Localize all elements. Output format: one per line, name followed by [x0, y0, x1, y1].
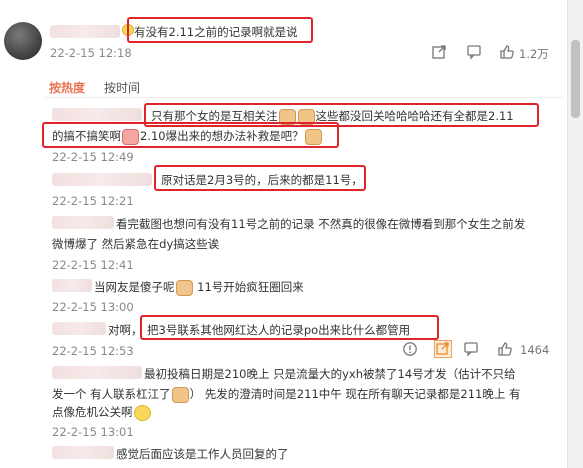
reply-1-text-c: 的搞不搞笑啊	[52, 129, 121, 143]
reply-4-text-a: 当网友是傻子呢	[94, 280, 175, 294]
reply-6-time: 22-2-15 13:01	[52, 425, 134, 439]
tab-by-hot[interactable]: 按热度	[49, 79, 85, 96]
like-icon[interactable]	[499, 44, 515, 60]
username-blurred[interactable]	[50, 25, 120, 38]
reply-4-text: 当网友是傻子呢 11号开始疯狂圈回来	[94, 279, 304, 296]
tab-by-time[interactable]: 按时间	[104, 79, 140, 96]
reply-6-line2: 发一个 有人联系杠江了 ） 先发的澄清时间是211中午 现在所有聊天记录都是211…	[52, 386, 521, 403]
reply-1-time: 22-2-15 12:49	[52, 150, 134, 164]
reply-5-username-blurred[interactable]	[52, 322, 106, 335]
divider	[44, 97, 564, 98]
avatar[interactable]	[4, 22, 42, 60]
top-comment-text: 有没有2.11之前的记录啊就是说	[134, 25, 298, 39]
scrollbar-thumb[interactable]	[571, 40, 580, 118]
reply-6-line1: 最初投稿日期是210晚上 只是流量大的yxh被禁了14号才发（估计不只给	[144, 367, 516, 381]
reply-5-prefix: 对啊，	[108, 323, 143, 337]
reply-1-text-b: 这些都没回关哈哈哈哈还有全都是2.11	[315, 109, 514, 123]
warning-icon[interactable]	[402, 341, 418, 357]
share-icon[interactable]	[434, 340, 452, 358]
reply-3-username-blurred[interactable]	[52, 216, 114, 229]
reply-4-username-blurred[interactable]	[52, 279, 92, 292]
reply-5-time: 22-2-15 12:53	[52, 344, 134, 358]
reply-7-text: 感觉后面应该是工作人员回复的了	[116, 447, 289, 461]
top-like-count: 1.2万	[519, 47, 549, 61]
cat-emoji-icon	[171, 386, 189, 403]
reply-6-line3: 点像危机公关啊	[52, 404, 152, 421]
reply-1-text-a: 只有那个女的是互相关注	[151, 109, 278, 123]
thinking-emoji-icon	[133, 404, 151, 421]
reply-3-time: 22-2-15 12:41	[52, 258, 134, 272]
reply-6-text-a: 发一个 有人联系杠江了	[52, 387, 171, 401]
reply-3-line2: 微博爆了 然后紧急在dy搞这些诶	[52, 237, 220, 251]
blush-emoji-icon	[122, 128, 139, 145]
reply-4-text-b: 11号开始疯狂圈回来	[197, 280, 304, 294]
reply-6-text-c: 点像危机公关啊	[52, 405, 133, 419]
reply-4-time: 22-2-15 13:00	[52, 300, 134, 314]
comment-icon[interactable]	[466, 44, 482, 60]
reply-3-line1: 看完截图也想问有没有11号之前的记录 不然真的很像在微博看到那个女生之前发	[116, 217, 526, 231]
top-comment-time: 22-2-15 12:18	[50, 46, 132, 60]
reply-6-username-blurred[interactable]	[52, 366, 142, 379]
cat-emoji-icon	[304, 128, 322, 145]
reply-5-text: 把3号联系其他网红达人的记录po出来比什么都管用	[147, 323, 411, 337]
reply-2-text: 原对话是2月3号的，后来的都是11号，	[161, 173, 363, 187]
reply-6-text-b: ） 先发的澄清时间是211中午 现在所有聊天记录都是211晚上 有	[189, 387, 521, 401]
reply-7-username-blurred[interactable]	[52, 446, 114, 459]
reply-1-line2: 的搞不搞笑啊 2.10爆出来的想办法补救是吧？	[52, 128, 323, 145]
scrollbar[interactable]	[567, 0, 583, 468]
reply-2-username-blurred[interactable]	[52, 173, 152, 186]
reply-1-username-blurred[interactable]	[52, 108, 142, 121]
reply-1-text-d: 2.10爆出来的想办法补救是吧？	[140, 129, 304, 143]
reply-5-like-count: 1464	[520, 343, 550, 357]
like-icon[interactable]	[497, 341, 513, 357]
comment-icon[interactable]	[463, 341, 479, 357]
share-icon[interactable]	[431, 44, 447, 60]
reply-2-time: 22-2-15 12:21	[52, 194, 134, 208]
cat-emoji-icon	[175, 279, 193, 296]
